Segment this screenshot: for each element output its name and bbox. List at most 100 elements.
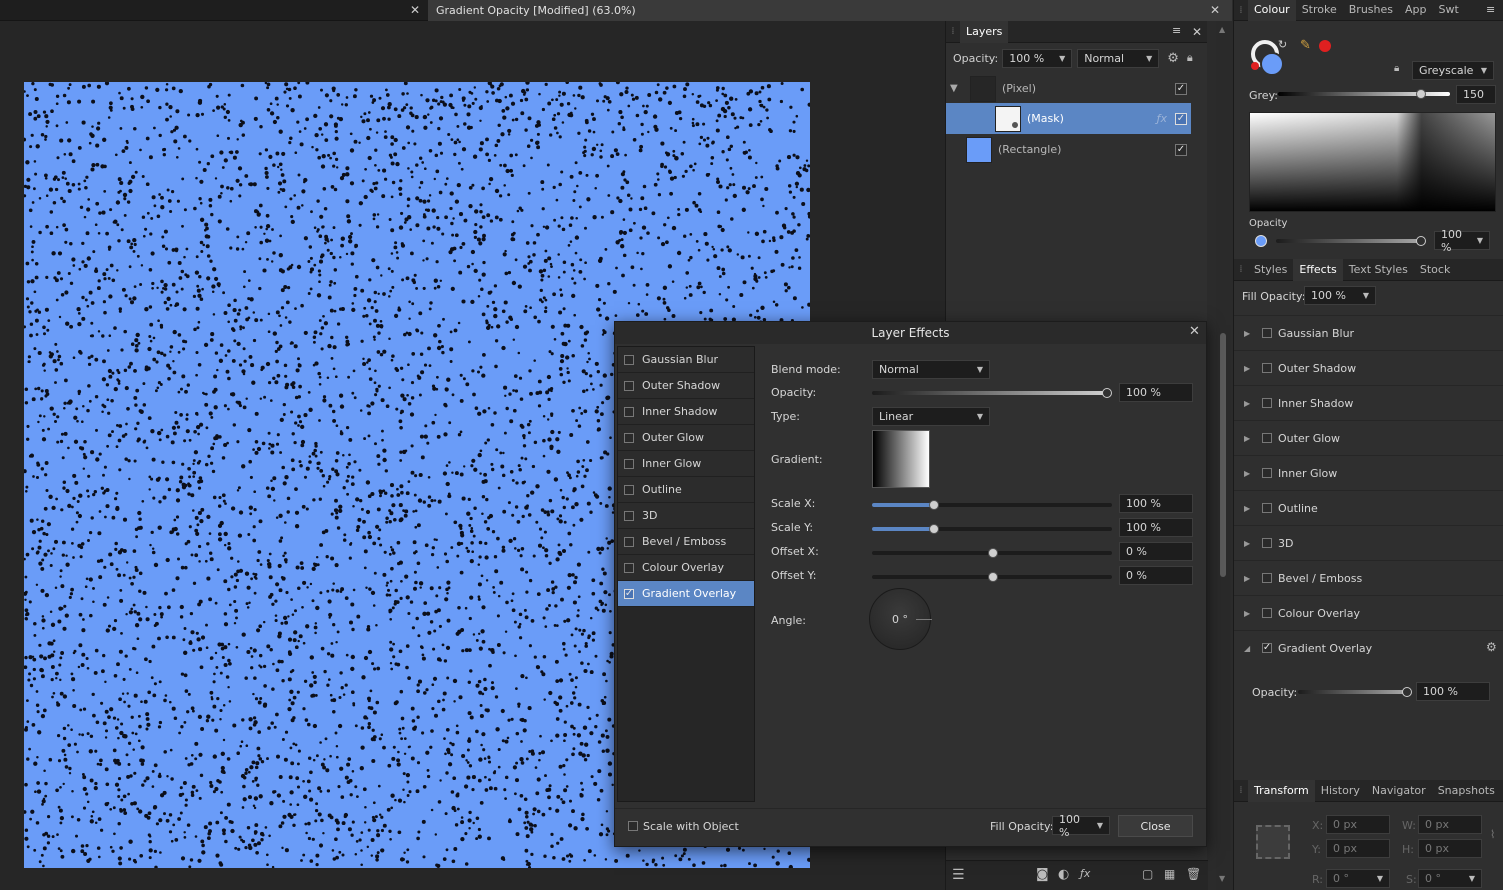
offset-y-field[interactable]: 0 % bbox=[1119, 566, 1193, 585]
mask-layer-icon[interactable]: ◙ bbox=[1036, 867, 1049, 882]
scale-y-knob[interactable] bbox=[929, 524, 939, 534]
y-field[interactable]: 0 px bbox=[1326, 839, 1390, 858]
effect-row[interactable]: ▶ Inner Glow bbox=[1234, 455, 1503, 490]
swap-colours-icon[interactable]: ↻ bbox=[1278, 38, 1287, 51]
scale-x-field[interactable]: 100 % bbox=[1119, 494, 1193, 513]
effect-enable-checkbox[interactable] bbox=[624, 432, 634, 443]
effect-row[interactable]: ▶ Bevel / Emboss bbox=[1234, 560, 1503, 595]
gradient-overlay-opacity-knob[interactable] bbox=[1402, 687, 1412, 697]
blend-mode-select[interactable]: Normal ▼ bbox=[872, 360, 990, 379]
gear-icon[interactable]: ⚙ bbox=[1167, 51, 1179, 66]
tab-app[interactable]: App bbox=[1399, 0, 1433, 21]
panel-menu-icon[interactable]: ≡ bbox=[1486, 3, 1495, 16]
tab-swatches[interactable]: Swt bbox=[1433, 0, 1465, 21]
panel-grip-icon[interactable]: ⁞ bbox=[1234, 5, 1248, 16]
tab-styles[interactable]: Styles bbox=[1248, 259, 1293, 281]
effect-enable-checkbox[interactable] bbox=[1262, 468, 1272, 478]
layer-row-pixel[interactable]: ▼ (Pixel) ✓ bbox=[946, 73, 1191, 104]
effect-row[interactable]: ▶ Colour Overlay bbox=[1234, 595, 1503, 630]
expand-triangle-icon[interactable]: ▶ bbox=[1244, 329, 1254, 338]
grey-spectrum[interactable] bbox=[1249, 112, 1496, 212]
close-dialog-icon[interactable]: ✕ bbox=[1189, 325, 1200, 338]
effect-enable-checkbox[interactable] bbox=[1262, 608, 1272, 618]
dialog-effect-item[interactable]: Colour Overlay bbox=[618, 555, 754, 581]
panel-grip-icon[interactable]: ⁞ bbox=[1234, 785, 1248, 796]
effect-enable-checkbox[interactable] bbox=[624, 406, 634, 417]
tab-stock[interactable]: Stock bbox=[1414, 259, 1456, 281]
effect-row[interactable]: ▶ Inner Shadow bbox=[1234, 385, 1503, 420]
effect-enable-checkbox[interactable] bbox=[624, 484, 634, 495]
dialog-effect-item[interactable]: Outer Shadow bbox=[618, 373, 754, 399]
grey-slider[interactable] bbox=[1278, 89, 1450, 99]
link-icon[interactable]: ⌇ bbox=[1490, 828, 1495, 841]
effect-row[interactable]: ▶ Gaussian Blur bbox=[1234, 315, 1503, 350]
expand-triangle-icon[interactable]: ▶ bbox=[1244, 469, 1254, 478]
tab-text-styles[interactable]: Text Styles bbox=[1343, 259, 1414, 281]
scale-with-object-checkbox[interactable] bbox=[628, 821, 638, 831]
grey-value-field[interactable]: 150 bbox=[1456, 85, 1496, 104]
tab-stroke[interactable]: Stroke bbox=[1296, 0, 1343, 21]
colour-opacity-field[interactable]: 100 % ▼ bbox=[1434, 228, 1490, 254]
effect-enable-checkbox[interactable] bbox=[624, 536, 634, 547]
tab-history[interactable]: History bbox=[1315, 780, 1366, 802]
scale-y-field[interactable]: 100 % bbox=[1119, 518, 1193, 537]
scale-y-slider[interactable] bbox=[872, 524, 1112, 534]
dialog-effect-item[interactable]: Outline bbox=[618, 477, 754, 503]
expand-triangle-icon[interactable]: ▶ bbox=[1244, 574, 1254, 583]
x-field[interactable]: 0 px bbox=[1326, 815, 1390, 834]
effect-enable-checkbox[interactable] bbox=[1262, 573, 1272, 583]
expand-triangle-icon[interactable]: ▶ bbox=[1244, 434, 1254, 443]
gear-icon[interactable]: ⚙ bbox=[1486, 640, 1497, 654]
layer-blend-mode-select[interactable]: Normal ▼ bbox=[1077, 48, 1160, 68]
tab-effects[interactable]: Effects bbox=[1293, 258, 1343, 281]
offset-y-knob[interactable] bbox=[988, 572, 998, 582]
dialog-effect-item[interactable]: Inner Shadow bbox=[618, 399, 754, 425]
gradient-overlay-opacity-field[interactable]: 100 % bbox=[1416, 682, 1490, 701]
layer-visibility-checkbox[interactable]: ✓ bbox=[1175, 112, 1187, 125]
h-field[interactable]: 0 px bbox=[1418, 839, 1482, 858]
close-left-tab-icon[interactable]: ✕ bbox=[410, 4, 420, 16]
lock-icon[interactable]: 🔒︎ bbox=[1394, 63, 1399, 74]
scroll-up-icon[interactable]: ▲ bbox=[1219, 25, 1225, 34]
expand-triangle-icon[interactable]: ▼ bbox=[950, 83, 970, 94]
opacity-slider[interactable] bbox=[872, 388, 1112, 398]
tab-colour[interactable]: Colour bbox=[1248, 0, 1296, 21]
expand-triangle-icon[interactable]: ▶ bbox=[1244, 504, 1254, 513]
add-layer-icon[interactable]: ▢ bbox=[1142, 867, 1153, 881]
expand-triangle-icon[interactable]: ▶ bbox=[1244, 609, 1254, 618]
panel-grip-icon[interactable]: ⁞ bbox=[946, 26, 960, 37]
document-tab[interactable]: Gradient Opacity [Modified] (63.0%) ✕ bbox=[428, 0, 1232, 21]
anchor-selector[interactable] bbox=[1256, 825, 1290, 859]
effect-enable-checkbox[interactable] bbox=[1262, 433, 1272, 443]
dialog-effect-item[interactable]: ✓ Gradient Overlay bbox=[618, 581, 754, 607]
gradient-overlay-opacity-slider[interactable] bbox=[1298, 687, 1412, 697]
scroll-down-icon[interactable]: ▼ bbox=[1219, 874, 1225, 883]
tab-brushes[interactable]: Brushes bbox=[1343, 0, 1399, 21]
w-field[interactable]: 0 px bbox=[1418, 815, 1482, 834]
close-document-icon[interactable]: ✕ bbox=[1210, 4, 1220, 16]
effect-row[interactable]: ▶ 3D bbox=[1234, 525, 1503, 560]
dialog-effect-item[interactable]: Bevel / Emboss bbox=[618, 529, 754, 555]
effect-enable-checkbox[interactable]: ✓ bbox=[624, 588, 634, 599]
effect-enable-checkbox[interactable] bbox=[624, 510, 634, 521]
tab-navigator[interactable]: Navigator bbox=[1366, 780, 1432, 802]
dialog-effect-item[interactable]: 3D bbox=[618, 503, 754, 529]
effect-row[interactable]: ▶ Outer Glow bbox=[1234, 420, 1503, 455]
trash-icon[interactable]: 🗑︎ bbox=[1186, 867, 1201, 881]
effect-enable-checkbox[interactable] bbox=[624, 354, 634, 365]
effect-enable-checkbox[interactable] bbox=[1262, 363, 1272, 373]
scale-x-knob[interactable] bbox=[929, 500, 939, 510]
dialog-effect-item[interactable]: Outer Glow bbox=[618, 425, 754, 451]
expand-triangle-icon[interactable]: ▶ bbox=[1244, 539, 1254, 548]
opacity-field[interactable]: 100 % bbox=[1119, 383, 1193, 402]
opacity-slider-knob[interactable] bbox=[1102, 388, 1112, 398]
eyedropper-icon[interactable]: ✎ bbox=[1300, 38, 1311, 53]
offset-y-slider[interactable] bbox=[872, 572, 1112, 582]
offset-x-slider[interactable] bbox=[872, 548, 1112, 558]
dialog-effect-item[interactable]: Inner Glow bbox=[618, 451, 754, 477]
fill-colour-well[interactable] bbox=[1260, 52, 1284, 76]
scrollbar-thumb[interactable] bbox=[1220, 333, 1226, 577]
shear-field[interactable]: 0 ° ▼ bbox=[1418, 869, 1482, 888]
expand-triangle-icon[interactable]: ▶ bbox=[1244, 399, 1254, 408]
gradient-preview-swatch[interactable] bbox=[872, 430, 930, 488]
